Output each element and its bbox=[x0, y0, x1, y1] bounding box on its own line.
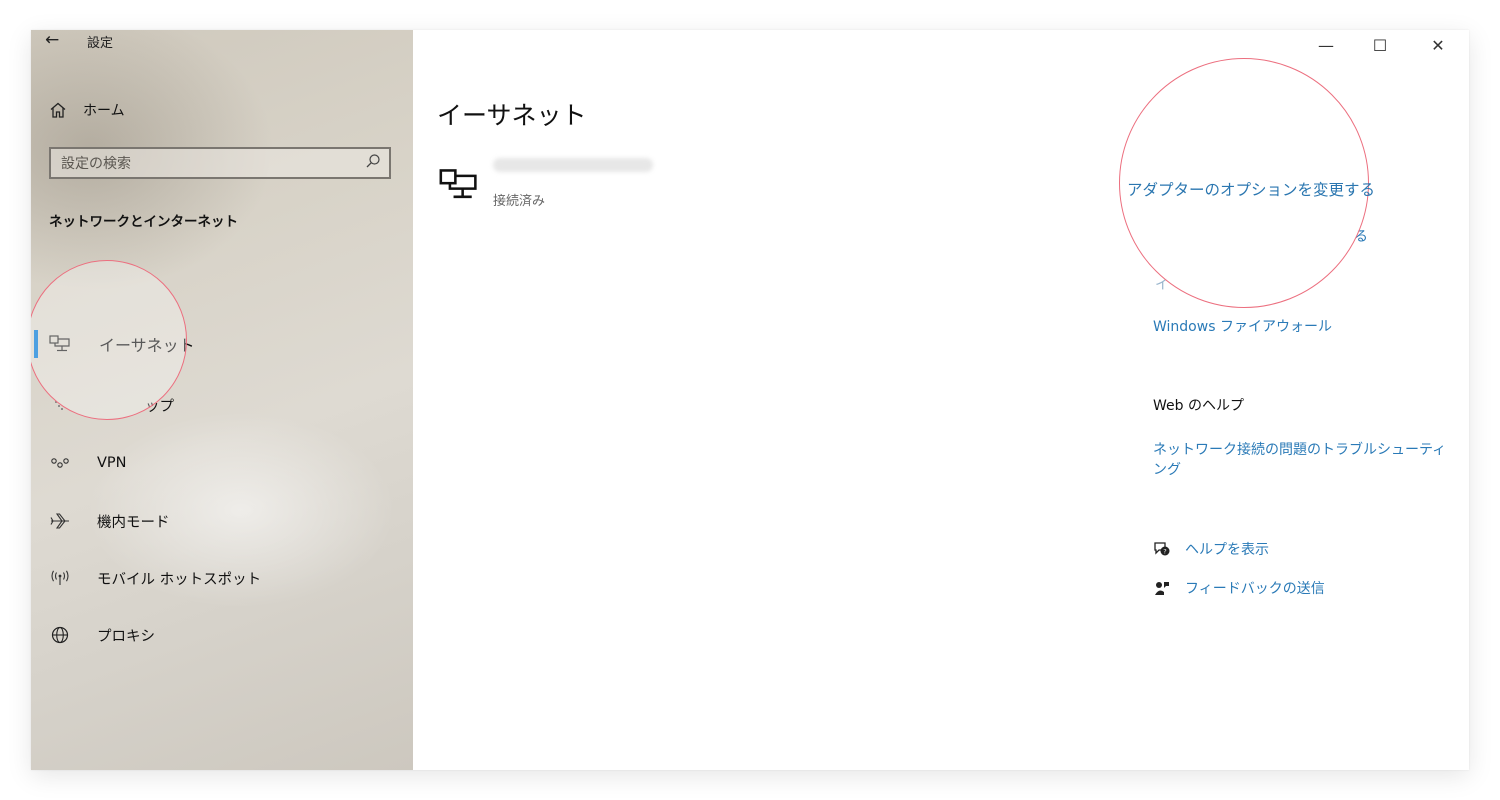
sidebar-item-airplane[interactable]: 機内モード bbox=[31, 503, 413, 539]
search-placeholder: 設定の検索 bbox=[61, 156, 131, 172]
globe-icon bbox=[49, 626, 71, 644]
windows-firewall-link[interactable]: Windows ファイアウォール bbox=[1153, 316, 1332, 336]
network-status: 接続済み bbox=[493, 194, 546, 209]
airplane-icon bbox=[49, 512, 71, 530]
sidebar-item-hotspot[interactable]: モバイル ホットスポット bbox=[31, 560, 413, 596]
network-name-redacted[interactable] bbox=[493, 158, 653, 172]
get-help-label: ヘルプを表示 bbox=[1185, 542, 1269, 558]
minimize-button[interactable]: — bbox=[1303, 30, 1349, 61]
sidebar-item-label: 機内モード bbox=[97, 514, 170, 531]
ethernet-network-icon bbox=[439, 168, 479, 206]
settings-window: ← 設定 ホーム 設定の検索 ネットワークとインターネット イーサネット ップ … bbox=[31, 30, 1469, 770]
sidebar: ← 設定 ホーム 設定の検索 ネットワークとインターネット イーサネット ップ … bbox=[31, 30, 413, 770]
web-help-heading: Web のヘルプ bbox=[1153, 398, 1244, 414]
home-icon bbox=[47, 101, 69, 119]
back-button[interactable]: ← bbox=[45, 30, 59, 50]
change-adapter-options-link[interactable]: アダプターのオプションを変更する bbox=[1127, 178, 1375, 200]
close-button[interactable]: ✕ bbox=[1415, 30, 1461, 61]
feedback-icon bbox=[1153, 580, 1171, 596]
sidebar-item-label: モバイル ホットスポット bbox=[97, 571, 262, 588]
vpn-icon bbox=[49, 456, 71, 470]
sidebar-item-label: プロキシ bbox=[97, 628, 155, 645]
section-title: ネットワークとインターネット bbox=[49, 214, 238, 230]
sidebar-item-label: VPN bbox=[97, 455, 127, 471]
maximize-button[interactable]: ☐ bbox=[1357, 30, 1403, 61]
search-input[interactable]: 設定の検索 bbox=[49, 147, 391, 179]
sidebar-item-proxy[interactable]: プロキシ bbox=[31, 617, 413, 653]
help-chat-icon: ? bbox=[1153, 541, 1171, 557]
troubleshoot-link[interactable]: ネットワーク接続の問題のトラブルシューティング bbox=[1153, 440, 1453, 480]
send-feedback-label: フィードバックの送信 bbox=[1185, 581, 1325, 597]
window-title: 設定 bbox=[87, 36, 114, 51]
search-icon bbox=[365, 153, 381, 173]
hotspot-icon bbox=[49, 570, 71, 586]
svg-text:?: ? bbox=[1163, 548, 1166, 556]
page-title: イーサネット bbox=[437, 101, 587, 130]
home-link[interactable]: ホーム bbox=[47, 97, 125, 123]
sidebar-item-vpn[interactable]: VPN bbox=[31, 445, 413, 481]
send-feedback-link[interactable]: フィードバックの送信 bbox=[1153, 577, 1325, 599]
home-label: ホーム bbox=[83, 103, 125, 119]
get-help-link[interactable]: ? ヘルプを表示 bbox=[1153, 538, 1269, 560]
highlight-ring bbox=[31, 260, 187, 420]
